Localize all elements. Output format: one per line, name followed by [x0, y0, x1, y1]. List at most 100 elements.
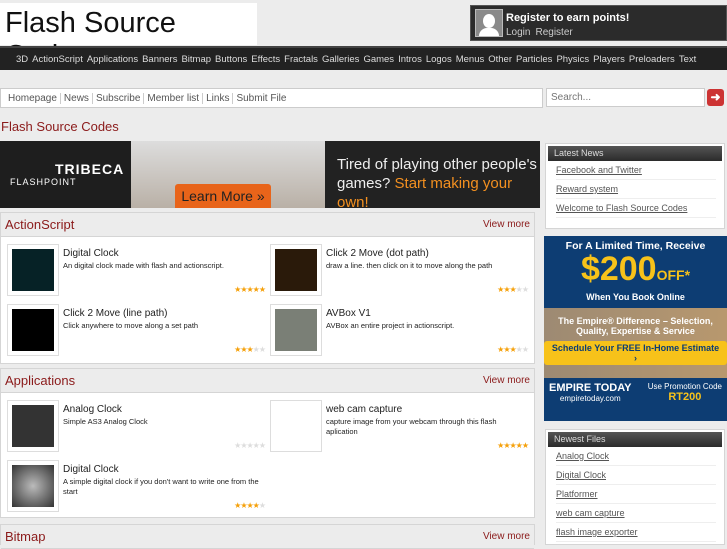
link-subscribe[interactable]: Subscribe	[91, 92, 143, 104]
nav-item-banners[interactable]: Banners	[142, 54, 177, 65]
arrow-right-icon[interactable]: ➜	[707, 89, 724, 106]
file-thumbnail[interactable]	[270, 400, 322, 452]
star-empty-icon: ★	[258, 501, 266, 510]
file-thumbnail[interactable]	[7, 304, 59, 356]
rating-stars: ★★★★★	[234, 501, 266, 510]
section-actionscript: ActionScript View more Digital Clock An dig…	[0, 212, 535, 364]
nav-item-logos[interactable]: Logos	[426, 54, 452, 65]
nav-item-preloaders[interactable]: Preloaders	[629, 54, 675, 65]
section-title[interactable]: Bitmap	[5, 529, 45, 544]
file-thumbnail[interactable]	[270, 304, 322, 356]
nav-item-menus[interactable]: Menus	[456, 54, 485, 65]
section-header: ActionScript View more	[1, 213, 534, 237]
nav-item-applications[interactable]: Applications	[87, 54, 138, 65]
file-title[interactable]: Analog Clock	[63, 404, 122, 415]
page-title: Flash Source Codes	[1, 119, 119, 134]
link-news[interactable]: News	[59, 92, 92, 104]
file-item[interactable]: AVBox V1 AVBox an entire project in actio…	[270, 304, 530, 360]
file-title[interactable]: Digital Clock	[63, 464, 119, 475]
file-title[interactable]: Click 2 Move (dot path)	[326, 248, 429, 259]
file-thumbnail[interactable]	[7, 460, 59, 512]
nav-item-fractals[interactable]: Fractals	[284, 54, 318, 65]
search-input[interactable]	[546, 88, 705, 107]
nav-item-3d[interactable]: 3D	[16, 54, 28, 65]
file-item[interactable]: Click 2 Move (line path) Click anywhere t…	[7, 304, 267, 360]
file-title[interactable]: web cam capture	[326, 404, 402, 415]
rating-stars: ★★★★★	[234, 285, 266, 294]
file-link[interactable]: Analog Clock	[556, 447, 716, 466]
view-more-link[interactable]: View more	[483, 219, 530, 230]
nav-item-buttons[interactable]: Buttons	[215, 54, 247, 65]
file-thumbnail[interactable]	[7, 400, 59, 452]
newest-files-title: Newest Files	[548, 432, 722, 447]
star-icon: ★	[521, 441, 529, 450]
ad-promo: Use Promotion Code	[647, 382, 722, 391]
nav-item-actionscript[interactable]: ActionScript	[32, 54, 83, 65]
rating-stars: ★★★★★	[497, 441, 529, 450]
nav-item-bitmap[interactable]: Bitmap	[181, 54, 211, 65]
category-nav: 3D ActionScript Applications Banners Bitmap B…	[0, 46, 727, 70]
file-title[interactable]: Click 2 Move (line path)	[63, 308, 167, 319]
news-link[interactable]: Reward system	[556, 180, 716, 199]
site-logo[interactable]: Flash Source Codes	[0, 3, 257, 72]
nav-item-games[interactable]: Games	[363, 54, 394, 65]
link-submit-file[interactable]: Submit File	[232, 92, 289, 104]
nav-item-players[interactable]: Players	[593, 54, 625, 65]
nav-item-galleries[interactable]: Galleries	[322, 54, 360, 65]
file-description: AVBox an entire project in actionscript.	[326, 321, 455, 330]
sidebar-ad[interactable]: For A Limited Time, Receive $200OFF* Whe…	[544, 236, 727, 421]
file-item[interactable]: Click 2 Move (dot path) draw a line. then…	[270, 244, 530, 300]
nav-item-effects[interactable]: Effects	[251, 54, 280, 65]
nav-item-intros[interactable]: Intros	[398, 54, 422, 65]
view-more-link[interactable]: View more	[483, 531, 530, 542]
link-homepage[interactable]: Homepage	[8, 93, 60, 104]
file-title[interactable]: AVBox V1	[326, 308, 371, 319]
news-link[interactable]: Facebook and Twitter	[556, 161, 716, 180]
ad-site: empiretoday.com	[559, 394, 621, 403]
file-title[interactable]: Digital Clock	[63, 248, 119, 259]
star-empty-icon: ★	[258, 441, 266, 450]
banner-ad[interactable]: TRIBECA FLASHPOINT Learn More » Tired of …	[0, 141, 540, 211]
login-link[interactable]: Login	[506, 27, 530, 38]
newest-files-box: Newest Files Analog Clock Digital Clock Pl…	[545, 429, 725, 545]
rating-stars: ★★★★★	[234, 345, 266, 354]
ad-cta-button[interactable]: Schedule Your FREE In-Home Estimate ›	[544, 341, 727, 365]
ad-off: OFF*	[656, 267, 691, 283]
file-link[interactable]: web cam capture	[556, 504, 716, 523]
ad-amount: $200	[580, 250, 657, 288]
user-silhouette-icon	[475, 9, 503, 37]
file-item[interactable]: Digital Clock An digital clock made with …	[7, 244, 267, 300]
file-link[interactable]: Platformer	[556, 485, 716, 504]
latest-news-box: Latest News Facebook and Twitter Reward s…	[545, 143, 725, 229]
file-link[interactable]: flash image exporter	[556, 523, 716, 542]
star-empty-icon: ★	[258, 345, 266, 354]
ad-code: RT200	[668, 391, 702, 403]
file-description: Click anywhere to move along a set path	[63, 321, 199, 330]
register-link[interactable]: Register	[535, 27, 572, 38]
banner-brand-bottom: FLASHPOINT	[10, 177, 77, 187]
file-item[interactable]: Analog Clock Simple AS3 Analog Clock ★★★★★	[7, 400, 267, 456]
nav-item-other[interactable]: Other	[488, 54, 512, 65]
nav-item-text[interactable]: Text	[679, 54, 696, 65]
news-link[interactable]: Welcome to Flash Source Codes	[556, 199, 716, 218]
file-item[interactable]: Digital Clock A simple digital clock if y…	[7, 460, 267, 516]
file-description: An digital clock made with flash and act…	[63, 261, 224, 270]
section-header: Bitmap View more	[1, 525, 534, 549]
nav-item-particles[interactable]: Particles	[516, 54, 552, 65]
star-empty-icon: ★	[521, 345, 529, 354]
section-title[interactable]: ActionScript	[5, 217, 74, 232]
user-panel: Register to earn points! Login Register	[470, 5, 727, 41]
file-link[interactable]: Digital Clock	[556, 466, 716, 485]
link-member-list[interactable]: Member list	[143, 92, 202, 104]
view-more-link[interactable]: View more	[483, 375, 530, 386]
link-links[interactable]: Links	[202, 92, 232, 104]
section-title[interactable]: Applications	[5, 373, 75, 388]
learn-more-button[interactable]: Learn More »	[175, 184, 271, 208]
file-thumbnail[interactable]	[7, 244, 59, 296]
ad-line3: When You Book Online	[586, 292, 685, 302]
file-description: capture image from your webcam through t…	[326, 417, 497, 436]
ad-brand: EMPIRE TODAY	[549, 382, 632, 394]
file-item[interactable]: web cam capture capture image from your w…	[270, 400, 530, 456]
nav-item-physics[interactable]: Physics	[556, 54, 589, 65]
file-thumbnail[interactable]	[270, 244, 322, 296]
